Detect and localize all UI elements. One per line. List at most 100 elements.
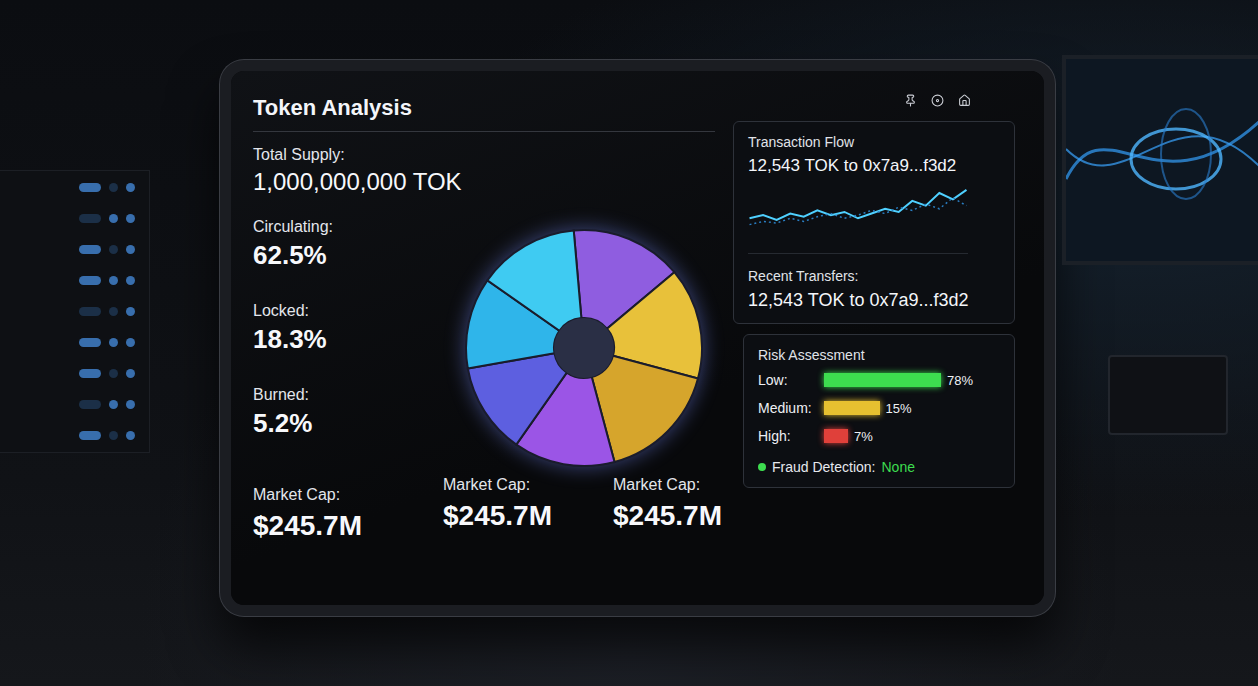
- rack-light: [79, 183, 101, 192]
- risk-bar-wrap: 78%: [824, 373, 973, 388]
- risk-label: Medium:: [758, 400, 824, 416]
- market-cap-label: Market Cap:: [443, 476, 613, 494]
- stat-label: Circulating:: [253, 218, 453, 236]
- flow-chart: [748, 182, 968, 254]
- chart-segment[interactable]: [468, 353, 567, 444]
- recent-label: Recent Transfers:: [748, 268, 1000, 284]
- rack-row: [14, 369, 135, 378]
- rack-light: [109, 276, 118, 285]
- rack-light: [126, 369, 135, 378]
- tablet: Token AnalysisTotal Supply:1,000,000,000…: [220, 60, 1055, 616]
- rack-light: [109, 400, 118, 409]
- stat: Circulating:62.5%: [253, 218, 453, 302]
- rack-light: [126, 276, 135, 285]
- pin-icon[interactable]: [904, 94, 917, 107]
- background-left: [0, 0, 220, 686]
- risk-row: High: 7%: [758, 425, 1000, 447]
- rack-row: [14, 214, 135, 223]
- rack-row: [14, 431, 135, 440]
- rack-light: [79, 369, 101, 378]
- market-cap-label: Market Cap:: [613, 476, 722, 494]
- chart-hole: [554, 318, 614, 378]
- market-cap: Market Cap: $245.7M: [443, 476, 613, 542]
- stat-value: 18.3%: [253, 324, 453, 355]
- dashboard-title: Token Analysis: [253, 89, 715, 132]
- risk-panel: Risk AssessmentLow:78%Medium:15%High:7%F…: [743, 334, 1015, 488]
- chart-segment[interactable]: [487, 230, 581, 330]
- market-cap: Market Cap:$245.7M: [253, 476, 443, 542]
- rack-light: [109, 369, 118, 378]
- rack-light: [109, 431, 118, 440]
- risk-label: High:: [758, 428, 824, 444]
- dashboard: Token AnalysisTotal Supply:1,000,000,000…: [231, 71, 1044, 605]
- wall-monitor: [1062, 55, 1258, 265]
- risk-reading: 7%: [854, 429, 873, 444]
- risk-bar-wrap: 7%: [824, 429, 873, 444]
- market-cap-value: $245.7M: [613, 500, 722, 532]
- rack-row: [14, 276, 135, 285]
- fraud-label: Fraud Detection:: [772, 459, 876, 475]
- risk-row: Low:78%: [758, 369, 1000, 391]
- status-dot: [758, 463, 766, 471]
- rack-light: [79, 214, 101, 223]
- main-area: Token AnalysisTotal Supply:1,000,000,000…: [253, 89, 715, 587]
- rack-light: [126, 431, 135, 440]
- rack-row: [14, 183, 135, 192]
- market-cap-value: $245.7M: [253, 510, 443, 542]
- stat-label: Total Supply:: [253, 146, 715, 164]
- rack-light: [79, 307, 101, 316]
- panel-title: Transaction Flow: [748, 134, 1000, 150]
- disc-icon[interactable]: [931, 94, 944, 107]
- rack-row: [14, 338, 135, 347]
- stat: Burned: 5.2%: [253, 386, 453, 470]
- chart-box: [453, 218, 715, 470]
- laptop: [1108, 355, 1228, 435]
- rack-light: [126, 307, 135, 316]
- rack-light: [79, 338, 101, 347]
- risk-bar: [824, 373, 941, 387]
- rack-light: [109, 245, 118, 254]
- home-icon[interactable]: [958, 94, 971, 107]
- fraud-detection: Fraud Detection: None: [758, 459, 1000, 475]
- toolbar: [733, 89, 1015, 111]
- rack-light: [126, 214, 135, 223]
- rack-light: [109, 183, 118, 192]
- transfer-text: 12,543 TOK to 0x7a9...f3d2: [748, 156, 1000, 176]
- rack-row: [14, 400, 135, 409]
- rack-row: [14, 245, 135, 254]
- risk-bar: [824, 401, 880, 415]
- background-right: [1055, 0, 1258, 686]
- stat: Locked: 18.3%: [253, 302, 453, 386]
- stats-row: Circulating:62.5%Locked: 18.3% Burned: 5.2%: [253, 218, 715, 470]
- risk-row: Medium: 15%: [758, 397, 1000, 419]
- rack-light: [126, 183, 135, 192]
- stat-label: Burned:: [253, 386, 453, 404]
- market-cap-row: Market Cap:$245.7MMarket Cap:$245.7MMark…: [253, 476, 715, 542]
- rack-light: [126, 338, 135, 347]
- flow-series: [750, 190, 967, 220]
- rack-light: [126, 400, 135, 409]
- scene: Token AnalysisTotal Supply:1,000,000,000…: [0, 0, 1258, 686]
- rack-light: [109, 338, 118, 347]
- stat-label: Locked:: [253, 302, 453, 320]
- transaction-flow-panel: Transaction Flow 12,543 TOK to 0x7a9...f3…: [733, 121, 1015, 324]
- rack-light: [109, 214, 118, 223]
- risk-bar-wrap: 15%: [824, 401, 912, 416]
- fraud-value: None: [882, 459, 915, 475]
- risk-reading: 15%: [886, 401, 912, 416]
- rack-light: [79, 276, 101, 285]
- market-cap: Market Cap: $245.7M: [613, 476, 722, 542]
- stat-value: 5.2%: [253, 408, 453, 439]
- stat: Total Supply:1,000,000,000 TOK: [253, 132, 715, 196]
- rack-light: [79, 431, 101, 440]
- server-rack: [0, 170, 150, 453]
- rack-light: [126, 245, 135, 254]
- risk-bar: [824, 429, 848, 443]
- rack-row: [14, 307, 135, 316]
- network-graphic-icon: [1066, 59, 1258, 265]
- risk-reading: 78%: [947, 373, 973, 388]
- tablet-column: Token AnalysisTotal Supply:1,000,000,000…: [220, 0, 1055, 686]
- market-cap-value: $245.7M: [443, 500, 613, 532]
- stats-column: Circulating:62.5%Locked: 18.3% Burned: 5.2%: [253, 218, 453, 470]
- rack-light: [109, 307, 118, 316]
